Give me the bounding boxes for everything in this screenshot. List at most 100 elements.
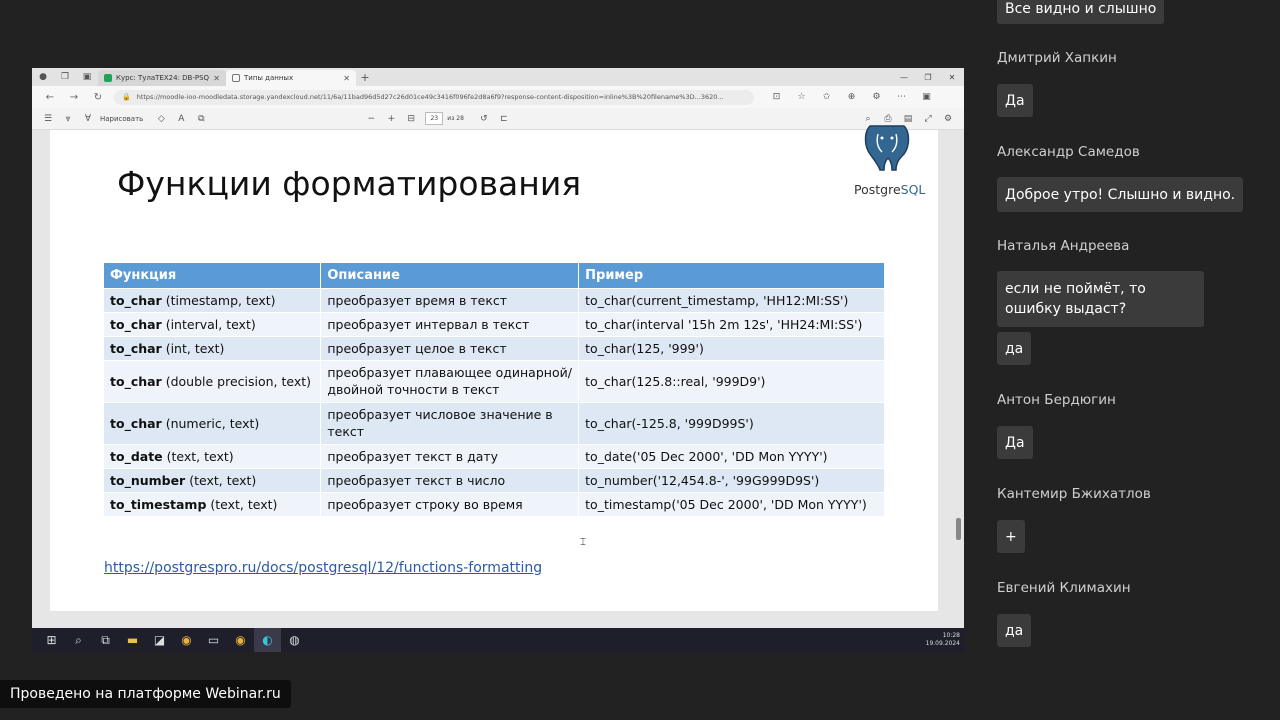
page-number-input[interactable]: 23 [425,112,444,125]
tab-actions-icon[interactable]: ▣ [76,68,98,86]
task-view-icon[interactable]: ⧉ [92,628,119,652]
chat-sender: Александр Самедов [997,144,1140,160]
table-row: to_char (double precision, text) преобра… [104,359,885,402]
collections-icon[interactable]: ❐ [54,68,76,86]
table-row: to_date (text, text) преобразует текст в… [104,443,885,468]
pdf-scrollbar-thumb[interactable] [956,518,961,540]
rotate-icon[interactable]: ↺ [474,114,494,124]
highlight-icon[interactable]: ⩔ [58,114,78,124]
function-name: to_number [110,472,186,488]
shared-screen: ● ❐ ▣ Курс: ТулаТЕХ24: DB-PSQL-01: С ✕ Т… [32,68,964,652]
taskbar-search-icon[interactable]: ⌕ [65,628,92,652]
search-icon[interactable]: ⌕ [858,114,878,124]
function-args: (text, text) [206,496,278,512]
fit-page-icon[interactable]: ⊟ [401,114,421,124]
url-field[interactable]: 🔒 https://moodle-ioo-moodledata.storage.… [114,89,754,105]
platform-label[interactable]: Проведено на платформе Webinar.ru [0,680,291,708]
close-tab-icon[interactable]: ✕ [343,74,350,83]
formatting-functions-table: Функция Описание Пример to_char (timesta… [104,263,885,516]
reload-icon[interactable]: ↻ [86,92,110,103]
app-icon[interactable]: ◪ [146,628,173,652]
function-cell: to_char (timestamp, text) [104,287,322,312]
tab-course[interactable]: Курс: ТулаТЕХ24: DB-PSQL-01: С ✕ [98,70,226,86]
favorites-icon[interactable]: ✩ [814,92,839,102]
chrome-icon[interactable]: ◉ [173,628,200,652]
function-args: (int, text) [161,340,225,356]
back-icon[interactable]: ← [38,92,62,103]
taskbar-clock[interactable]: 10:28 19.09.2024 [926,632,960,648]
description-cell: преобразует целое в текст [320,335,580,360]
function-name: to_date [110,448,163,464]
table-row: to_char (int, text) преобразует целое в … [104,335,885,360]
extensions-icon[interactable]: ⚙ [864,92,889,102]
favorite-star-icon[interactable]: ☆ [789,92,814,102]
function-cell: to_date (text, text) [104,443,322,468]
header-example: Пример [578,263,885,288]
chat-message: Да [997,426,1033,459]
table-row: to_char (interval, text) преобразует инт… [104,311,885,336]
pdf-favicon-icon [232,74,240,82]
zoom-out-icon[interactable]: − [361,114,381,124]
function-name: to_char [110,316,162,332]
table-row: to_number (text, text) преобразует текст… [104,467,885,492]
description-cell: преобразует интервал в текст [320,311,580,336]
read-aloud-icon[interactable]: ⊡ [764,92,789,102]
pdf-viewer[interactable]: Функции форматирования PostgreSQL Функци… [32,125,964,628]
windows-start-icon[interactable]: ⊞ [38,628,65,652]
sidebar-icon[interactable]: ▣ [914,92,939,102]
mouse-cursor-icon: ⌶ [580,537,586,548]
chat-sender: Антон Бердюгин [997,392,1116,408]
eraser-icon[interactable]: ◇ [151,114,171,124]
function-args: (numeric, text) [161,415,260,431]
example-cell: to_number('12,454.8-', '99G999D9S') [578,467,885,492]
zoom-in-icon[interactable]: + [381,114,401,124]
draw-icon[interactable]: ∀ [78,114,98,124]
more-menu-icon[interactable]: ⋯ [889,92,914,102]
contents-icon[interactable]: ☰ [38,114,58,124]
edge-icon[interactable]: ◐ [254,628,281,652]
chat-message: Да [997,84,1033,117]
function-args: (interval, text) [161,316,256,332]
example-cell: to_char(interval '15h 2m 12s', 'HH24:MI:… [578,311,885,336]
print-icon[interactable]: ⎙ [878,114,898,124]
slide-page: Функции форматирования PostgreSQL Функци… [50,125,938,611]
description-cell: преобразует числовое значение в текст [320,401,580,444]
chat-message: + [997,520,1025,553]
new-tab-button[interactable]: + [356,71,374,84]
example-cell: to_date('05 Dec 2000', 'DD Mon YYYY') [578,443,885,468]
settings-icon[interactable]: ⚙ [938,114,958,124]
docs-link[interactable]: https://postgrespro.ru/docs/postgresql/1… [104,560,542,576]
minimize-icon[interactable]: — [892,73,916,82]
maximize-icon[interactable]: ❐ [916,73,940,82]
tab-data-types[interactable]: Типы данных ✕ [226,70,356,86]
function-cell: to_char (interval, text) [104,311,322,336]
function-cell: to_char (numeric, text) [104,401,322,444]
chat-panel: Все видно и слышно Дмитрий Хапкин Да Але… [987,0,1280,720]
close-window-icon[interactable]: ✕ [940,73,964,82]
profile-icon[interactable]: ● [32,68,54,86]
page-view-icon[interactable]: ⊏ [494,114,514,124]
address-bar-actions: ⊡ ☆ ✩ ⊕ ⚙ ⋯ ▣ [764,92,939,102]
chat-message: Все видно и слышно [997,0,1165,24]
draw-label[interactable]: Нарисовать [100,115,143,123]
forward-icon[interactable]: → [62,92,86,103]
chat-message: Доброе утро! Слышно и видно. [997,177,1244,212]
example-cell: to_char(current_timestamp, 'HH12:MI:SS') [578,287,885,312]
clock-date: 19.09.2024 [925,640,960,647]
url-text: https://moodle-ioo-moodledata.storage.ya… [136,93,724,101]
file-explorer-icon[interactable]: ▬ [119,628,146,652]
function-cell: to_number (text, text) [104,467,322,492]
close-tab-icon[interactable]: ✕ [213,74,220,83]
app-icon-2[interactable]: ◍ [281,628,308,652]
read-aloud-pdf-icon[interactable]: ⧉ [191,114,211,124]
terminal-icon[interactable]: ▭ [200,628,227,652]
text-icon[interactable]: A [171,114,191,124]
save-icon[interactable]: ▤ [898,114,918,124]
chrome-icon-2[interactable]: ◉ [227,628,254,652]
function-cell: to_timestamp (text, text) [104,491,322,516]
description-cell: преобразует текст в число [320,467,580,492]
fullscreen-icon[interactable]: ⤢ [918,114,938,124]
postgresql-wordmark: PostgreSQL [854,182,925,197]
windows-taskbar: ⊞ ⌕ ⧉ ▬ ◪ ◉ ▭ ◉ ◐ ◍ 10:28 19.09.2024 [32,628,964,652]
collections-button-icon[interactable]: ⊕ [839,92,864,102]
